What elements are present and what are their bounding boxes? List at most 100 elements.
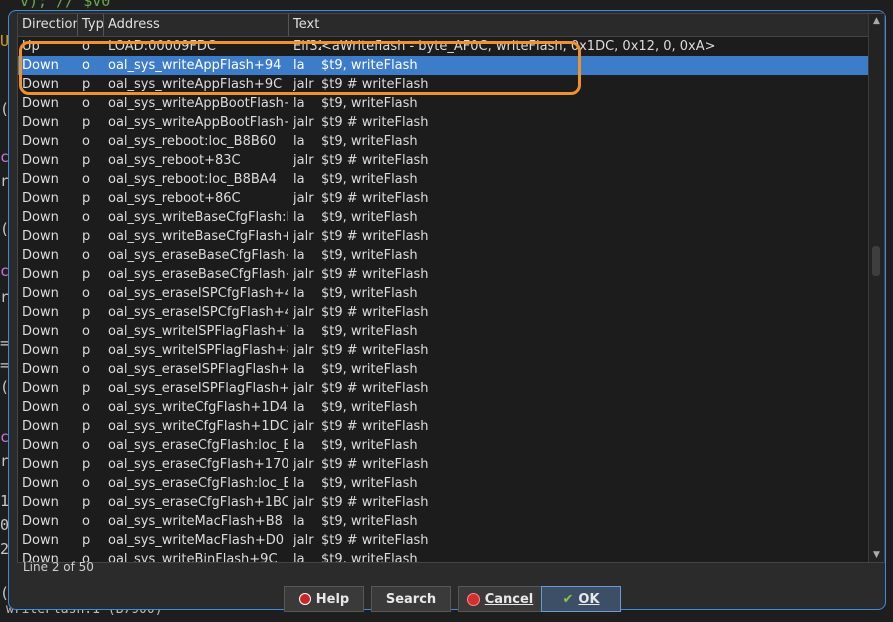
table-row[interactable]: Down o oal_sys_writeMacFlash+B8 la $t9, writ… <box>18 512 870 531</box>
table-row[interactable]: Down o oal_sys_eraseISPCfgFlash+40 la $t9, w… <box>18 284 870 303</box>
table-row[interactable]: Down p oal_sys_writeMacFlash+D0 jalr $t9 # w… <box>18 531 870 550</box>
table-row[interactable]: Down p oal_sys_writeAppFlash+9C jalr $t9 # w… <box>18 75 870 94</box>
cell-type: o <box>82 248 90 263</box>
scrollbar-thumb[interactable] <box>872 246 880 276</box>
cell-address: oal_sys_writeAppFlash+94 <box>108 58 282 73</box>
cell-direction: Down <box>22 58 59 73</box>
cell-type: p <box>82 153 91 168</box>
table-row[interactable]: Down o oal_sys_reboot:loc_B8B60 la $t9, writ… <box>18 132 870 151</box>
cell-address: oal_sys_eraseISPFlagFlash+64 <box>108 362 288 377</box>
cell-address: oal_sys_reboot+86C <box>108 191 241 206</box>
table-row[interactable]: Down p oal_sys_reboot+83C jalr $t9 # writeFl… <box>18 151 870 170</box>
column-header-text[interactable]: Text <box>289 14 870 36</box>
cell-type: o <box>82 514 90 529</box>
cell-operands: $t9, writeFlash <box>321 134 418 149</box>
table-row[interactable]: Down o oal_sys_eraseBaseCfgFlash+40 la $t9, … <box>18 246 870 265</box>
cell-address: oal_sys_reboot:loc_B8BA4 <box>108 172 277 187</box>
xrefs-list[interactable]: Direction Type Address Text Up o LOAD:0000… <box>17 13 885 563</box>
table-row[interactable]: Down p oal_sys_eraseISPCfgFlash+48 jalr $t9 … <box>18 303 870 322</box>
table-row[interactable]: Down p oal_sys_eraseISPFlagFlash+78 jalr $t9… <box>18 379 870 398</box>
table-row[interactable]: Down o oal_sys_writeISPFlagFlash+78 la $t9, … <box>18 322 870 341</box>
table-row[interactable]: Down o oal_sys_writeAppBootFlash+B8 la $t9, … <box>18 94 870 113</box>
table-row[interactable]: Down o oal_sys_reboot:loc_B8BA4 la $t9, writ… <box>18 170 870 189</box>
column-header-direction[interactable]: Direction <box>18 14 78 36</box>
table-row[interactable]: Down o oal_sys_eraseCfgFlash:loc_B... la $t9… <box>18 436 870 455</box>
table-row[interactable]: Down p oal_sys_eraseBaseCfgFlash+48 jalr $t9… <box>18 265 870 284</box>
table-row[interactable]: Down p oal_sys_writeISPFlagFlash+88 jalr $t9… <box>18 341 870 360</box>
cell-address: LOAD:00009FDC <box>108 39 216 54</box>
cell-instruction: la <box>293 362 305 377</box>
table-row[interactable]: Down o oal_sys_writeBaseCfgFlash:lo... la $t… <box>18 208 870 227</box>
background-code-top-line: v); // $v0 <box>20 0 111 10</box>
cell-instruction: la <box>293 58 305 73</box>
table-row[interactable]: Down p oal_sys_writeAppBootFlash+C0 jalr $t9… <box>18 113 870 132</box>
cell-operands: $t9 # writeFlash <box>321 305 429 320</box>
cell-direction: Down <box>22 229 59 244</box>
cell-type: p <box>82 457 91 472</box>
cell-address: oal_sys_reboot+83C <box>108 153 241 168</box>
table-row[interactable]: Down o oal_sys_writeBinFlash+9C la $t9, writ… <box>18 550 870 563</box>
column-header-address[interactable]: Address <box>104 14 289 36</box>
cell-direction: Down <box>22 172 59 187</box>
cell-instruction: jalr <box>293 115 314 130</box>
cell-address: oal_sys_writeAppBootFlash+C0 <box>108 115 288 130</box>
cell-direction: Down <box>22 343 59 358</box>
cell-direction: Down <box>22 96 59 111</box>
cell-type: p <box>82 343 91 358</box>
cell-operands: $t9 # writeFlash <box>321 115 429 130</box>
ok-button[interactable]: ✔ OK <box>541 586 621 612</box>
cell-direction: Down <box>22 267 59 282</box>
cell-instruction: jalr <box>293 153 314 168</box>
cell-address: oal_sys_writeCfgFlash+1D4 <box>108 400 288 415</box>
cell-instruction: Elf32_Sym <box>293 39 321 54</box>
cell-address: oal_sys_writeCfgFlash+1DC <box>108 419 288 434</box>
cell-direction: Down <box>22 476 59 491</box>
scroll-down-arrow-icon[interactable]: ▼ <box>869 548 884 562</box>
cell-instruction: jalr <box>293 533 314 548</box>
cell-operands: $t9, writeFlash <box>321 172 418 187</box>
cell-operands: $t9, writeFlash <box>321 362 418 377</box>
table-row[interactable]: Down o oal_sys_writeCfgFlash+1D4 la $t9, wri… <box>18 398 870 417</box>
search-button[interactable]: Search <box>371 586 451 612</box>
cell-direction: Down <box>22 457 59 472</box>
cell-instruction: jalr <box>293 305 314 320</box>
cell-instruction: la <box>293 400 305 415</box>
cell-operands: $t9, writeFlash <box>321 324 418 339</box>
table-row[interactable]: Down o oal_sys_eraseCfgFlash:loc_B... la $t9… <box>18 474 870 493</box>
cell-direction: Down <box>22 191 59 206</box>
cell-type: o <box>82 134 90 149</box>
cell-direction: Down <box>22 134 59 149</box>
table-row[interactable]: Up o LOAD:00009FDC Elf32_Sym<aWriteflash - … <box>18 37 870 56</box>
xrefs-dialog: Direction Type Address Text Up o LOAD:0000… <box>8 10 886 612</box>
cell-instruction: jalr <box>293 191 314 206</box>
cell-address: oal_sys_eraseCfgFlash+1BC <box>108 495 288 510</box>
table-row[interactable]: Down p oal_sys_writeBaseCfgFlash+6C jalr $t9… <box>18 227 870 246</box>
scroll-up-arrow-icon[interactable]: ▲ <box>869 14 884 28</box>
table-row[interactable]: Down p oal_sys_eraseCfgFlash+1BC jalr $t9 # … <box>18 493 870 512</box>
column-header-bar: Direction Type Address Text <box>18 14 870 37</box>
cell-operands: $t9, writeFlash <box>321 286 418 301</box>
help-button[interactable]: Help <box>284 586 364 612</box>
cell-operands: $t9, writeFlash <box>321 400 418 415</box>
cancel-button-label: Cancel <box>484 591 534 607</box>
cell-address: oal_sys_writeBaseCfgFlash:lo... <box>108 210 288 225</box>
cell-address: oal_sys_writeISPFlagFlash+78 <box>108 324 288 339</box>
cell-address: oal_sys_eraseISPFlagFlash+78 <box>108 381 288 396</box>
table-row-selected[interactable]: Down o oal_sys_writeAppFlash+94 la $t9, writ… <box>18 56 870 75</box>
cell-operands: $t9 # writeFlash <box>321 533 429 548</box>
cell-type: p <box>82 381 91 396</box>
cell-address: oal_sys_writeBinFlash+9C <box>108 552 278 563</box>
vertical-scrollbar[interactable]: ▲ ▼ <box>868 14 884 562</box>
cell-direction: Down <box>22 514 59 529</box>
green-check-icon: ✔ <box>562 591 574 607</box>
cell-direction: Down <box>22 153 59 168</box>
column-header-type[interactable]: Type <box>78 14 104 36</box>
table-row[interactable]: Down p oal_sys_reboot+86C jalr $t9 # writeFl… <box>18 189 870 208</box>
cell-type: p <box>82 77 91 92</box>
cell-address: oal_sys_writeBaseCfgFlash+6C <box>108 229 288 244</box>
status-line-counter: Line 2 of 50 <box>23 560 94 574</box>
table-row[interactable]: Down o oal_sys_eraseISPFlagFlash+64 la $t9, … <box>18 360 870 379</box>
cancel-button[interactable]: Cancel <box>458 586 542 612</box>
table-row[interactable]: Down p oal_sys_eraseCfgFlash+170 jalr $t9 # … <box>18 455 870 474</box>
table-row[interactable]: Down p oal_sys_writeCfgFlash+1DC jalr $t9 # … <box>18 417 870 436</box>
